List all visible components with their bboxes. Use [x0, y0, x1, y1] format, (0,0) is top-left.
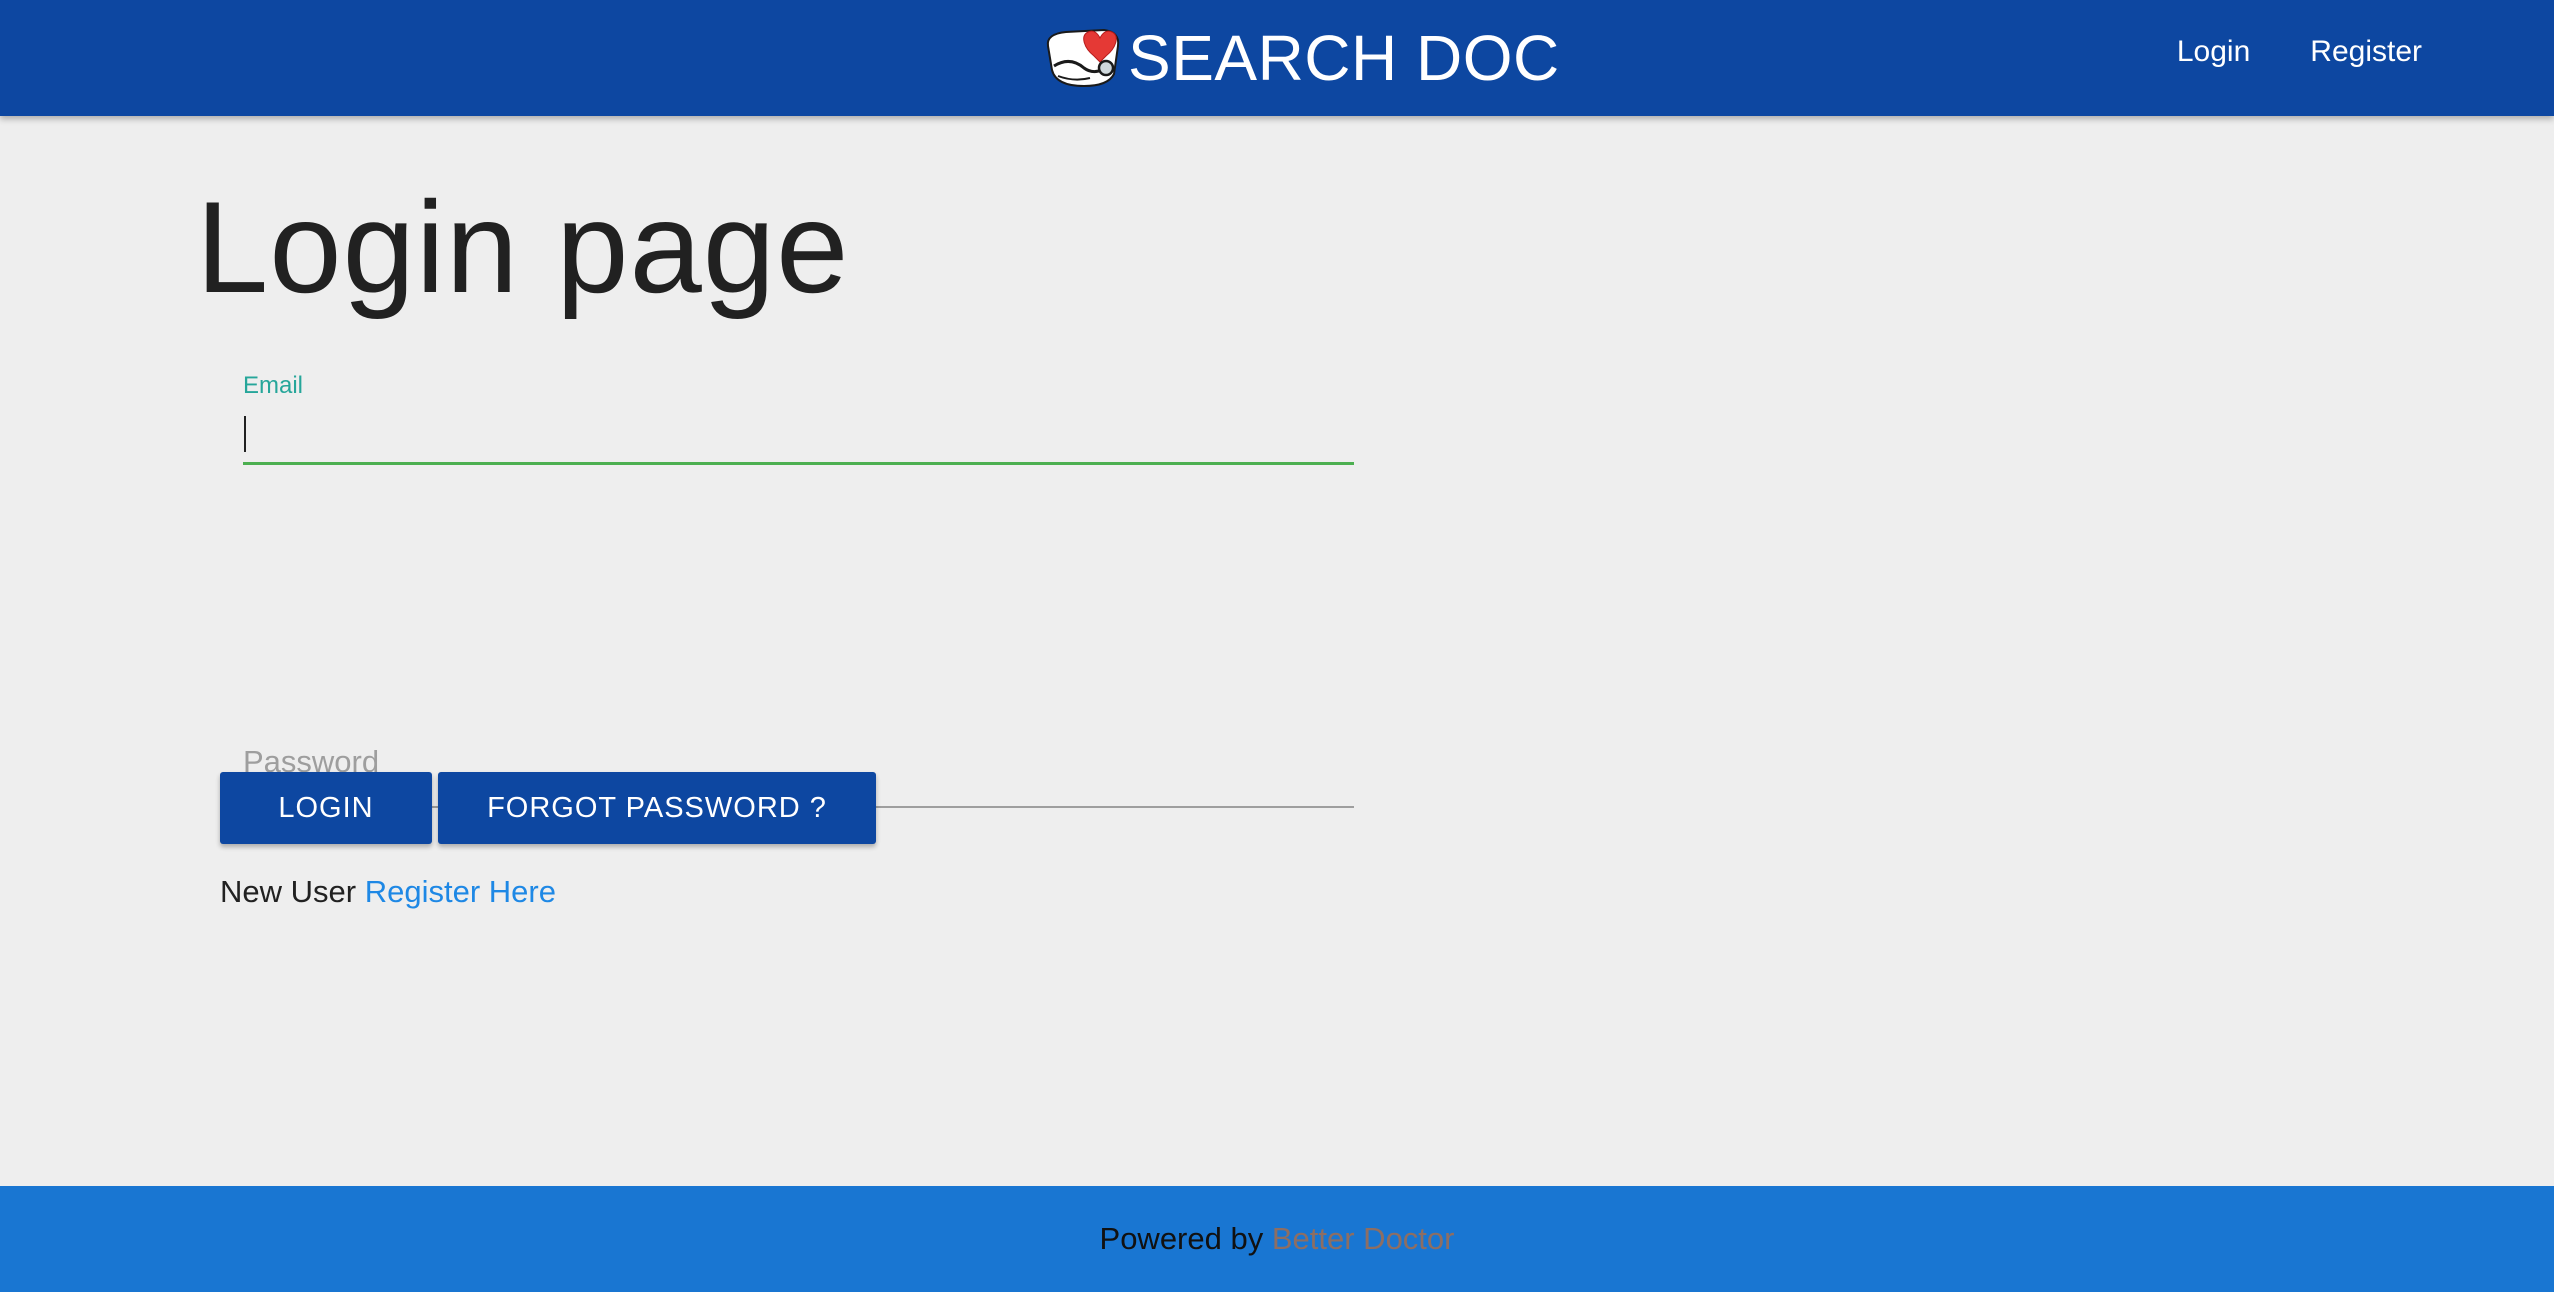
forgot-password-button[interactable]: FORGOT PASSWORD ?	[438, 772, 876, 844]
email-label: Email	[243, 372, 304, 399]
main-content: Login page Email Password LOGIN FORGOT P…	[0, 116, 2554, 1186]
nav-register-link[interactable]: Register	[2310, 35, 2422, 69]
better-doctor-link[interactable]: Better Doctor	[1272, 1221, 1455, 1256]
email-field-group: Email	[243, 372, 1354, 608]
login-button[interactable]: LOGIN	[220, 772, 432, 844]
nav-login-link[interactable]: Login	[2177, 35, 2250, 69]
text-cursor	[244, 416, 246, 452]
footer-credit: Powered by Better Doctor	[1100, 1221, 1455, 1257]
register-here-link[interactable]: Register Here	[365, 874, 556, 909]
email-input[interactable]	[243, 402, 1354, 462]
top-navbar: SEARCH DOC Login Register	[0, 0, 2554, 116]
signup-prefix: New User	[220, 874, 357, 909]
nav-links: Login Register	[2117, 28, 2422, 76]
page-title: Login page	[196, 174, 850, 320]
heart-stethoscope-logo-icon	[1046, 28, 1120, 88]
brand-home-link[interactable]: SEARCH DOC	[1044, 18, 1560, 98]
email-underline	[243, 462, 1354, 465]
signup-prompt: New User Register Here	[220, 874, 556, 910]
footer-prefix: Powered by	[1099, 1221, 1264, 1256]
brand-title: SEARCH DOC	[1128, 22, 1560, 94]
page-footer: Powered by Better Doctor	[0, 1186, 2554, 1292]
